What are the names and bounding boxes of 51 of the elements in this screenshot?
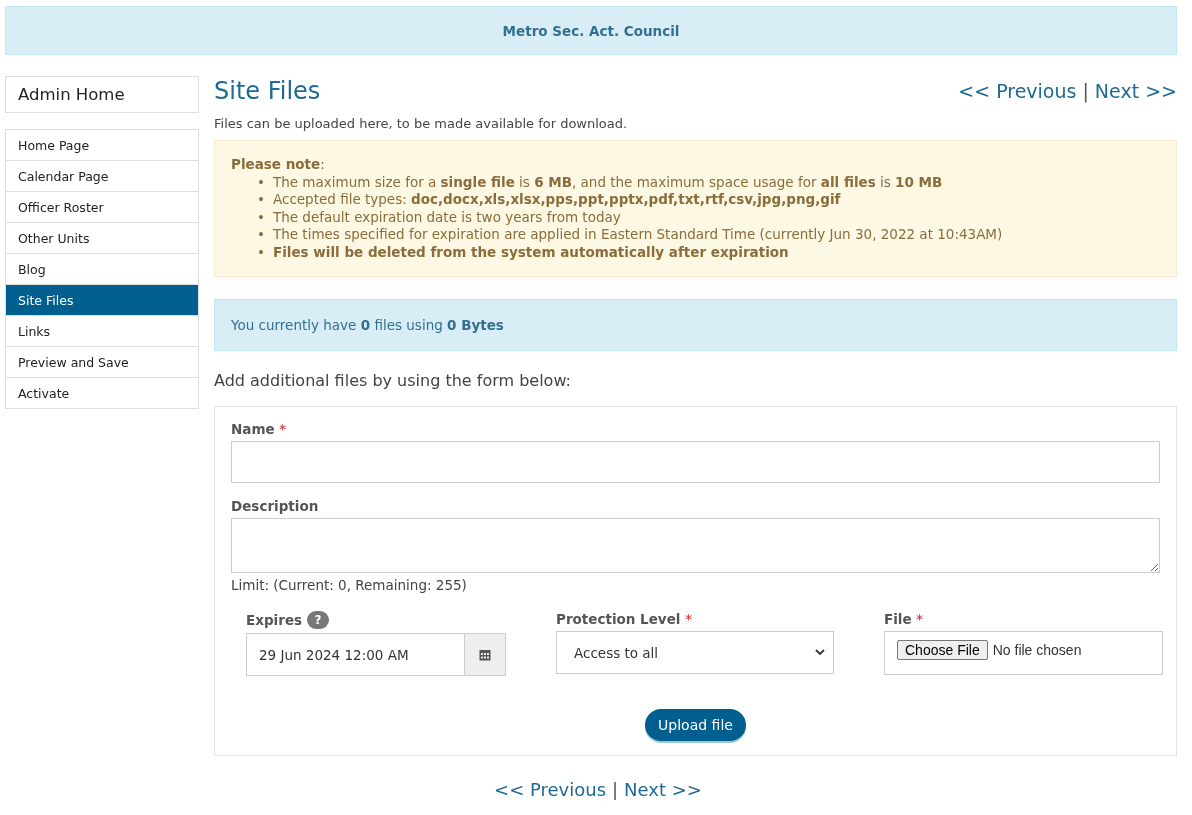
required-mark: * bbox=[916, 611, 924, 627]
previous-link[interactable]: << Previous bbox=[494, 779, 607, 800]
field-label: Protection Level bbox=[556, 611, 681, 627]
note-heading: Please note: bbox=[231, 156, 326, 174]
next-link[interactable]: Next >> bbox=[1094, 80, 1177, 102]
required-mark: * bbox=[685, 611, 692, 627]
sidebar-item[interactable]: Preview and Save bbox=[6, 347, 198, 378]
description-input[interactable] bbox=[231, 518, 1160, 573]
calendar-button[interactable] bbox=[464, 634, 505, 675]
note-item: The maximum size for a single file is 6 MB, and the maximum space usage for all files is 10 MB bbox=[272, 173, 943, 191]
file-status: No file chosen bbox=[992, 641, 1082, 658]
sidebar-item[interactable]: Calendar Page bbox=[6, 161, 198, 192]
bullet-marker: • bbox=[257, 226, 265, 244]
sidebar-item[interactable]: Links bbox=[6, 316, 198, 347]
pager-separator: | bbox=[1082, 80, 1089, 102]
form-heading: Add additional files by using the form below: bbox=[214, 371, 572, 390]
note-item: The default expiration date is two years from today bbox=[272, 208, 621, 226]
required-mark: * bbox=[279, 421, 287, 437]
field-label: File bbox=[884, 611, 912, 627]
sidebar-item[interactable]: Activate bbox=[6, 378, 198, 409]
name-input[interactable] bbox=[231, 441, 1160, 483]
sidebar-item[interactable]: Other Units bbox=[6, 223, 198, 254]
sidebar-item[interactable]: Home Page bbox=[6, 130, 198, 161]
limit-text: Limit: (Current: 0, Remaining: 255) bbox=[231, 577, 468, 593]
pager-separator: | bbox=[612, 779, 619, 800]
usage-text: You currently have 0 files using 0 Bytes bbox=[231, 317, 504, 333]
bullet-marker: • bbox=[257, 208, 265, 226]
intro-text: Files can be uploaded here, to be made available for download. bbox=[214, 116, 629, 131]
chevron-down-icon bbox=[815, 649, 825, 656]
admin-home-link[interactable]: Admin Home bbox=[5, 76, 199, 113]
calendar-icon bbox=[479, 648, 491, 661]
sidebar-item[interactable]: Site Files bbox=[6, 285, 198, 316]
note-item: The times specified for expiration are applied in Eastern Standard Time (currently Jun 30, 2022 at 10:43AM) bbox=[272, 226, 1003, 244]
bullet-marker: • bbox=[257, 191, 265, 209]
site-banner: Metro Sec. Act. Council bbox=[5, 6, 1177, 55]
next-link[interactable]: Next >> bbox=[624, 779, 702, 800]
sidebar-item[interactable]: Officer Roster bbox=[6, 192, 198, 223]
page-title: Site Files bbox=[214, 77, 321, 105]
help-icon[interactable]: ? bbox=[307, 611, 330, 629]
field-label: Name bbox=[231, 421, 275, 437]
protection-level-select[interactable]: Access to all bbox=[556, 631, 834, 674]
upload-file-button[interactable]: Upload file bbox=[645, 709, 746, 741]
bullet-marker: • bbox=[257, 173, 265, 191]
choose-file-button[interactable]: Choose File bbox=[897, 640, 988, 660]
previous-link[interactable]: << Previous bbox=[958, 80, 1077, 102]
note-item: Accepted file types: doc,docx,xls,xlsx,pps,ppt,pptx,pdf,txt,rtf,csv,jpg,png,gif bbox=[272, 191, 841, 209]
field-label: Description bbox=[231, 498, 319, 514]
field-label: Expires bbox=[246, 612, 303, 628]
bullet-marker: • bbox=[257, 243, 265, 261]
date-field[interactable]: 29 Jun 2024 12:00 AM bbox=[246, 633, 506, 676]
note-item: Files will be deleted from the system automatically after expiration bbox=[272, 243, 789, 261]
